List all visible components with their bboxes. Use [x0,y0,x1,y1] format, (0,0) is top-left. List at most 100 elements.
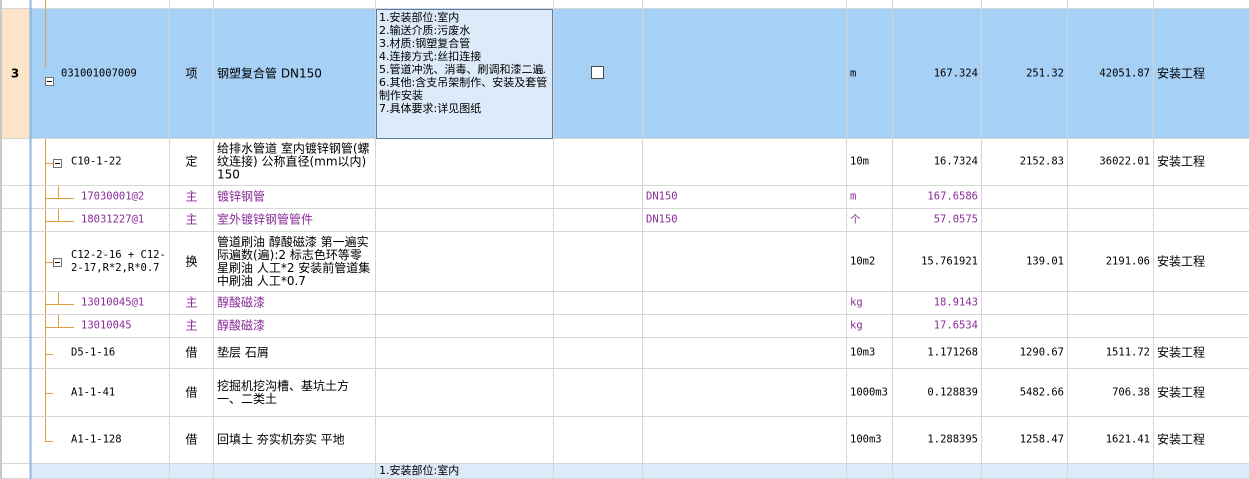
row-total-cell[interactable]: 706.38 [1068,369,1154,416]
row-category-cell[interactable]: 安装工程 [1154,139,1250,185]
row-unit-cell[interactable]: m [847,186,893,208]
row-spec-cell[interactable] [643,369,847,416]
row-unit-price-cell[interactable]: 1258.47 [982,417,1068,463]
more-options-button[interactable]: ··· [536,66,547,79]
row-category-cell[interactable]: 安装工程 [1154,338,1250,368]
row-name-cell[interactable]: 挖掘机挖沟槽、基坑土方 一、二类土 [214,369,376,416]
row-total-cell[interactable]: 1511.72 [1068,338,1154,368]
row-name-cell[interactable]: 管道刷油 醇酸磁漆 第一遍实际遍数(遍):2 标志色环等零星刷油 人工*2 安装… [214,232,376,291]
code-cell[interactable]: 13010045 [31,315,170,337]
category-cell[interactable]: 安装工程 [1154,9,1250,138]
row-total-cell[interactable]: 36022.01 [1068,139,1154,185]
row-total-cell[interactable]: 1621.41 [1068,417,1154,463]
row-spec-cell[interactable] [643,315,847,337]
empty-cell[interactable] [376,292,554,314]
row-spec-cell[interactable] [643,232,847,291]
row-unit-price-cell[interactable] [982,209,1068,231]
row-quantity-cell[interactable]: 0.128839 [893,369,982,416]
empty-cell[interactable] [554,417,643,463]
row-type-cell[interactable]: 借 [170,369,214,416]
row-number-cell[interactable] [0,338,31,368]
row-category-cell[interactable]: 安装工程 [1154,369,1250,416]
unit-price-cell[interactable]: 251.32 [982,9,1068,138]
row-name-cell[interactable]: 给排水管道 室内镀锌钢管(螺纹连接) 公称直径(mm以内) 150 [214,139,376,185]
empty-cell[interactable] [376,369,554,416]
empty-cell[interactable] [554,369,643,416]
empty-cell[interactable] [554,338,643,368]
empty-cell[interactable] [376,338,554,368]
row-name-cell[interactable]: 醇酸磁漆 [214,292,376,314]
row-category-cell[interactable] [1154,209,1250,231]
code-cell[interactable]: C10-1-22 [31,139,170,185]
collapse-icon[interactable] [45,77,54,86]
row-number-cell[interactable] [0,292,31,314]
row-category-cell[interactable]: 安装工程 [1154,232,1250,291]
row-type-cell[interactable]: 换 [170,232,214,291]
table-row-next-item[interactable]: 1.安装部位:室内 [0,464,1250,479]
row-unit-price-cell[interactable]: 5482.66 [982,369,1068,416]
row-unit-cell[interactable]: 100m3 [847,417,893,463]
code-cell[interactable]: D5-1-16 [31,338,170,368]
row-spec-cell[interactable]: DN150 [643,209,847,231]
row-unit-cell[interactable]: kg [847,315,893,337]
row-number-cell[interactable] [0,369,31,416]
row-unit-price-cell[interactable]: 1290.67 [982,338,1068,368]
table-row[interactable]: 13010045 主 醇酸磁漆 kg 17.6534 [0,315,1250,338]
table-row[interactable]: A1-1-41 借 挖掘机挖沟槽、基坑土方 一、二类土 1000m3 0.128839 5… [0,369,1250,417]
empty-cell[interactable] [376,186,554,208]
row-type-cell[interactable]: 定 [170,139,214,185]
table-row[interactable]: 18031227@1 主 室外镀锌钢管管件 DN150 个 57.0575 [0,209,1250,232]
table-row-main-item[interactable]: 3 031001007009 项 钢塑复合管 DN150 m 167.324 2… [0,9,1250,139]
collapse-icon[interactable] [53,159,62,168]
table-row[interactable]: C10-1-22 定 给排水管道 室内镀锌钢管(螺纹连接) 公称直径(mm以内) 1… [0,139,1250,186]
row-number-cell[interactable] [0,232,31,291]
row-type-cell[interactable]: 主 [170,315,214,337]
row-number-cell[interactable] [0,315,31,337]
row-total-cell[interactable]: 2191.06 [1068,232,1154,291]
row-unit-cell[interactable]: kg [847,292,893,314]
row-name-cell[interactable]: 镀锌钢管 [214,186,376,208]
code-cell[interactable]: 17030001@2 [31,186,170,208]
row-unit-cell[interactable]: 10m3 [847,338,893,368]
empty-cell[interactable] [554,292,643,314]
row-number-cell[interactable]: 3 [0,9,31,138]
name-cell[interactable]: 钢塑复合管 DN150 [214,9,376,138]
code-cell[interactable]: 18031227@1 [31,209,170,231]
quantity-cell[interactable]: 167.324 [893,9,982,138]
empty-cell[interactable] [376,232,554,291]
row-unit-price-cell[interactable] [982,292,1068,314]
type-cell[interactable]: 项 [170,9,214,138]
row-unit-cell[interactable]: 1000m3 [847,369,893,416]
row-category-cell[interactable] [1154,315,1250,337]
table-row-partial-top[interactable] [0,0,1250,9]
row-total-cell[interactable] [1068,186,1154,208]
row-quantity-cell[interactable]: 16.7324 [893,139,982,185]
table-row[interactable]: C12-2-16 + C12-2-17,R*2,R*0.7 换 管道刷油 醇酸磁漆 … [0,232,1250,292]
row-unit-price-cell[interactable] [982,315,1068,337]
table-row[interactable]: 17030001@2 主 镀锌钢管 DN150 m 167.6586 [0,186,1250,209]
row-type-cell[interactable]: 借 [170,338,214,368]
empty-cell[interactable] [554,232,643,291]
row-number-cell[interactable] [0,186,31,208]
row-quantity-cell[interactable]: 17.6534 [893,315,982,337]
code-cell[interactable]: 13010045@1 [31,292,170,314]
row-quantity-cell[interactable]: 57.0575 [893,209,982,231]
code-cell[interactable]: A1-1-41 [31,369,170,416]
row-total-cell[interactable] [1068,315,1154,337]
empty-cell[interactable] [376,209,554,231]
row-quantity-cell[interactable]: 15.761921 [893,232,982,291]
row-number-cell[interactable] [0,139,31,185]
table-row[interactable]: A1-1-128 借 回填土 夯实机夯实 平地 100m3 1.288395 1258.4… [0,417,1250,464]
row-name-cell[interactable]: 醇酸磁漆 [214,315,376,337]
row-category-cell[interactable] [1154,292,1250,314]
row-name-cell[interactable]: 垫层 石屑 [214,338,376,368]
unit-cell[interactable]: m [847,9,893,138]
empty-cell[interactable] [554,186,643,208]
row-unit-cell[interactable]: 10m [847,139,893,185]
row-number-cell[interactable] [0,209,31,231]
row-total-cell[interactable] [1068,292,1154,314]
row-number-cell[interactable] [0,417,31,463]
row-name-cell[interactable]: 回填土 夯实机夯实 平地 [214,417,376,463]
row-spec-cell[interactable] [643,292,847,314]
code-cell[interactable]: C12-2-16 + C12-2-17,R*2,R*0.7 [31,232,170,291]
